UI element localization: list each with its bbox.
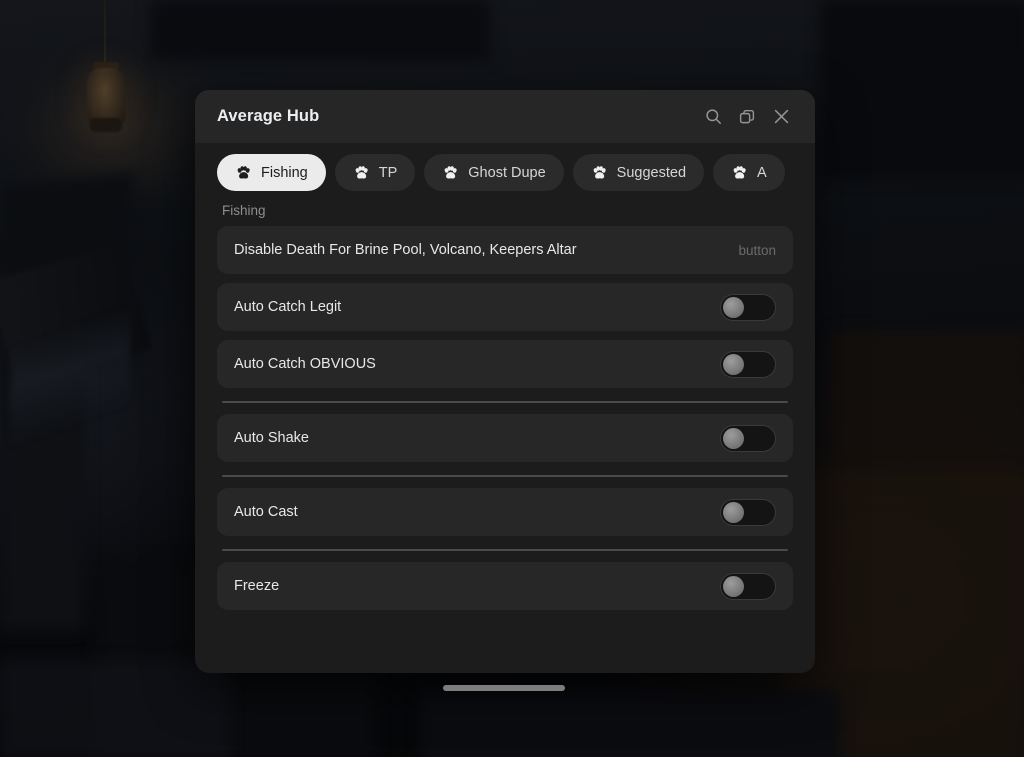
toggle-switch[interactable] bbox=[720, 293, 776, 321]
section-divider bbox=[217, 545, 793, 554]
tab-strip[interactable]: Fishing TP Ghost Dupe Suggested A bbox=[195, 143, 815, 202]
section-divider bbox=[217, 471, 793, 480]
tab-label: Suggested bbox=[616, 164, 687, 181]
duplicate-icon[interactable] bbox=[730, 100, 764, 134]
tab-label: Ghost Dupe bbox=[468, 164, 546, 181]
window-resize-handle[interactable] bbox=[443, 685, 565, 691]
search-icon[interactable] bbox=[696, 100, 730, 134]
section-divider bbox=[217, 397, 793, 406]
tab-tp[interactable]: TP bbox=[334, 154, 416, 191]
scene-geometry bbox=[420, 690, 840, 757]
toggle-switch[interactable] bbox=[720, 498, 776, 526]
rows-container: Disable Death For Brine Pool, Volcano, K… bbox=[217, 226, 793, 610]
list-item[interactable]: Auto Shake bbox=[217, 414, 793, 462]
toggle-knob bbox=[723, 353, 744, 375]
paw-icon bbox=[731, 164, 748, 181]
list-item[interactable]: Auto Catch Legit bbox=[217, 283, 793, 331]
toggle-knob bbox=[723, 296, 744, 318]
row-label: Auto Catch OBVIOUS bbox=[234, 356, 376, 372]
paw-icon bbox=[442, 164, 459, 181]
paw-icon bbox=[353, 164, 370, 181]
list-item[interactable]: Disable Death For Brine Pool, Volcano, K… bbox=[217, 226, 793, 274]
paw-icon bbox=[235, 164, 252, 181]
window-titlebar: Average Hub bbox=[195, 90, 815, 143]
toggle-switch[interactable] bbox=[720, 350, 776, 378]
list-item[interactable]: Freeze bbox=[217, 562, 793, 610]
toggle-switch[interactable] bbox=[720, 424, 776, 452]
toggle-knob bbox=[723, 575, 744, 597]
scene-geometry bbox=[150, 0, 490, 60]
script-hub-window: Average Hub Fishing TP Ghost Dupe Suggested… bbox=[195, 90, 815, 673]
scene-light-beam bbox=[10, 230, 130, 480]
tab-a[interactable]: A bbox=[713, 154, 785, 191]
section-label: Fishing bbox=[222, 203, 266, 218]
list-item[interactable]: Auto Catch OBVIOUS bbox=[217, 340, 793, 388]
divider-line bbox=[222, 474, 788, 477]
scene-geometry bbox=[0, 660, 230, 757]
row-label: Disable Death For Brine Pool, Volcano, K… bbox=[234, 242, 577, 258]
divider-line bbox=[222, 548, 788, 551]
row-label: Auto Shake bbox=[234, 430, 309, 446]
tab-label: TP bbox=[378, 164, 398, 181]
tab-ghost-dupe[interactable]: Ghost Dupe bbox=[424, 154, 564, 191]
tab-fishing[interactable]: Fishing bbox=[217, 154, 326, 191]
tab-label: A bbox=[757, 164, 767, 181]
toggle-knob bbox=[723, 501, 744, 523]
row-label: Auto Cast bbox=[234, 504, 298, 520]
toggle-knob bbox=[723, 427, 744, 449]
tab-label: Fishing bbox=[261, 164, 308, 181]
paw-icon bbox=[591, 164, 608, 181]
close-icon[interactable] bbox=[764, 100, 798, 134]
list-item[interactable]: Auto Cast bbox=[217, 488, 793, 536]
row-kind-label: button bbox=[738, 242, 776, 258]
settings-list: Fishing Disable Death For Brine Pool, Vo… bbox=[195, 202, 815, 673]
row-label: Auto Catch Legit bbox=[234, 299, 342, 315]
lantern-base bbox=[90, 118, 122, 132]
scene-geometry bbox=[820, 0, 1024, 180]
tab-suggested[interactable]: Suggested bbox=[572, 154, 705, 191]
window-title: Average Hub bbox=[217, 107, 320, 125]
toggle-switch[interactable] bbox=[720, 572, 776, 600]
divider-line bbox=[222, 400, 788, 403]
row-label: Freeze bbox=[234, 578, 280, 594]
